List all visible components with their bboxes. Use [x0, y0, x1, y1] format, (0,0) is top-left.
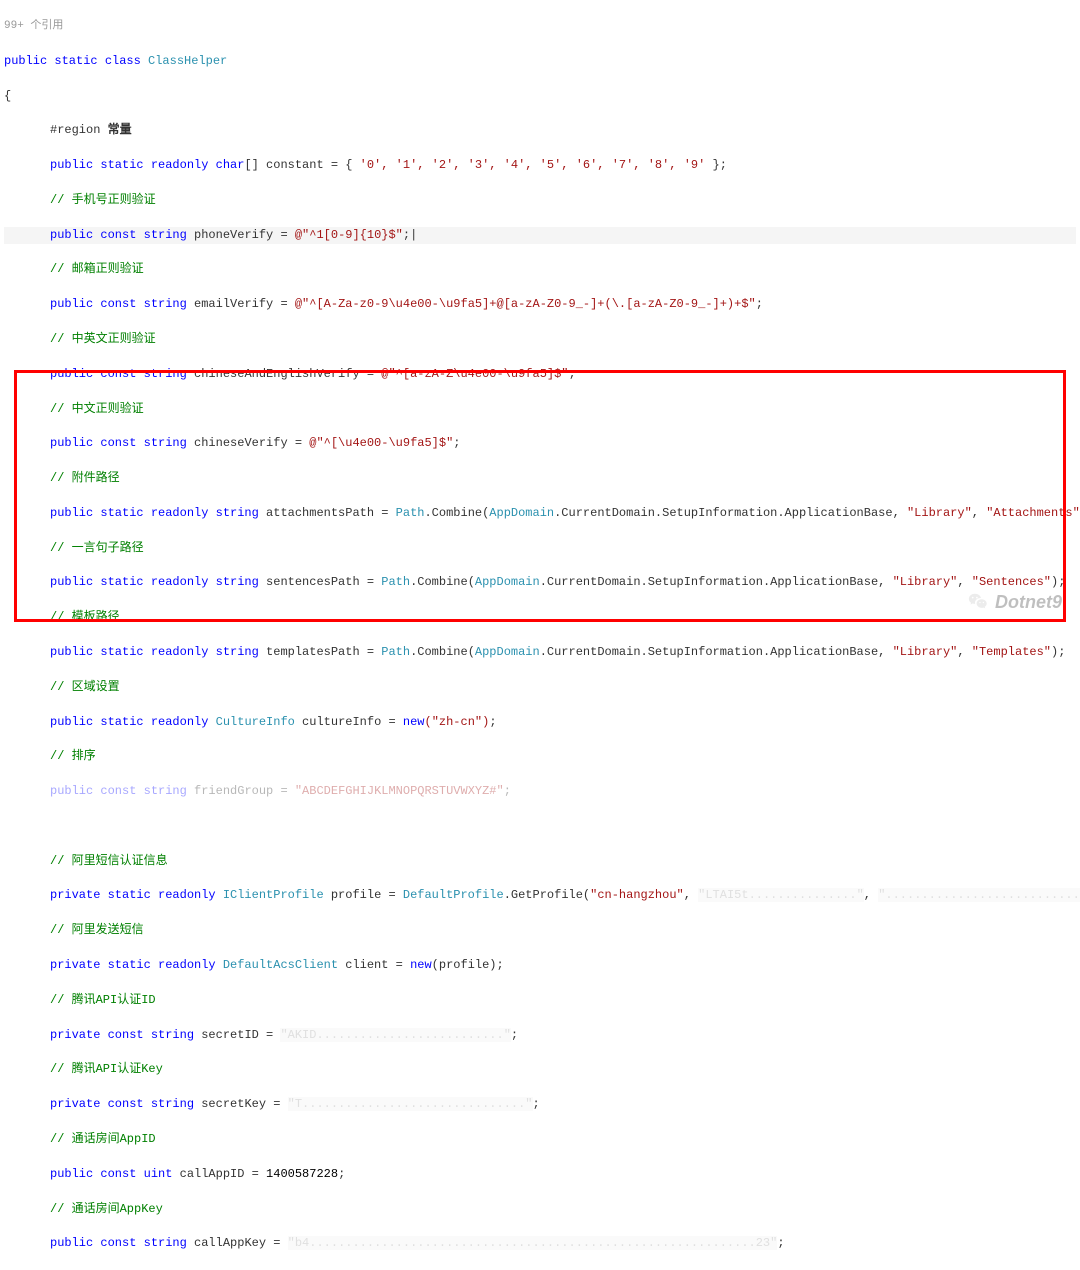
code-line: private const string secretID = "AKID...… — [4, 1027, 1076, 1044]
open-brace: { — [4, 88, 1076, 105]
comment: // 通话房间AppID — [4, 1131, 1076, 1148]
comment: // 排序 — [4, 748, 1076, 765]
code-line: public static readonly string sentencesP… — [4, 574, 1076, 591]
code-line: private static readonly DefaultAcsClient… — [4, 957, 1076, 974]
code-line: public const string emailVerify = @"^[A-… — [4, 296, 1076, 313]
comment: // 一言句子路径 — [4, 540, 1076, 557]
comment: // 通话房间AppKey — [4, 1201, 1076, 1218]
comment: // 阿里短信认证信息 — [4, 853, 1076, 870]
comment: // 模板路径 — [4, 609, 1076, 626]
comment: // 中文正则验证 — [4, 401, 1076, 418]
code-line: public const string chineseVerify = @"^[… — [4, 435, 1076, 452]
code-line: public static readonly CultureInfo cultu… — [4, 714, 1076, 731]
code-line: private const string secretKey = "T.....… — [4, 1096, 1076, 1113]
comment: // 腾讯API认证Key — [4, 1061, 1076, 1078]
comment: // 阿里发送短信 — [4, 922, 1076, 939]
blank — [4, 818, 1076, 835]
code-line: public static readonly string templatesP… — [4, 644, 1076, 661]
code-line: public const string friendGroup = "ABCDE… — [4, 783, 1076, 800]
comment: // 区域设置 — [4, 679, 1076, 696]
reference-count: 99+ 个引用 — [4, 19, 1076, 35]
code-line: public const uint callAppID = 1400587228… — [4, 1166, 1076, 1183]
code-line: public static readonly string attachment… — [4, 505, 1076, 522]
comment: // 腾讯API认证ID — [4, 992, 1076, 1009]
code-line-active: public const string phoneVerify = @"^1[0… — [4, 227, 1076, 244]
code-line: private static readonly IClientProfile p… — [4, 887, 1076, 904]
comment: // 中英文正则验证 — [4, 331, 1076, 348]
code-line: public const string chineseAndEnglishVer… — [4, 366, 1076, 383]
comment: // 邮箱正则验证 — [4, 261, 1076, 278]
region-start: #region 常量 — [4, 122, 1076, 139]
comment: // 附件路径 — [4, 470, 1076, 487]
code-line: public const string callAppKey = "b4....… — [4, 1235, 1076, 1252]
class-declaration: public static class ClassHelper — [4, 53, 1076, 70]
comment: // 手机号正则验证 — [4, 192, 1076, 209]
code-editor[interactable]: 99+ 个引用 public static class ClassHelper … — [0, 0, 1080, 1270]
code-line: public static readonly char[] constant =… — [4, 157, 1076, 174]
